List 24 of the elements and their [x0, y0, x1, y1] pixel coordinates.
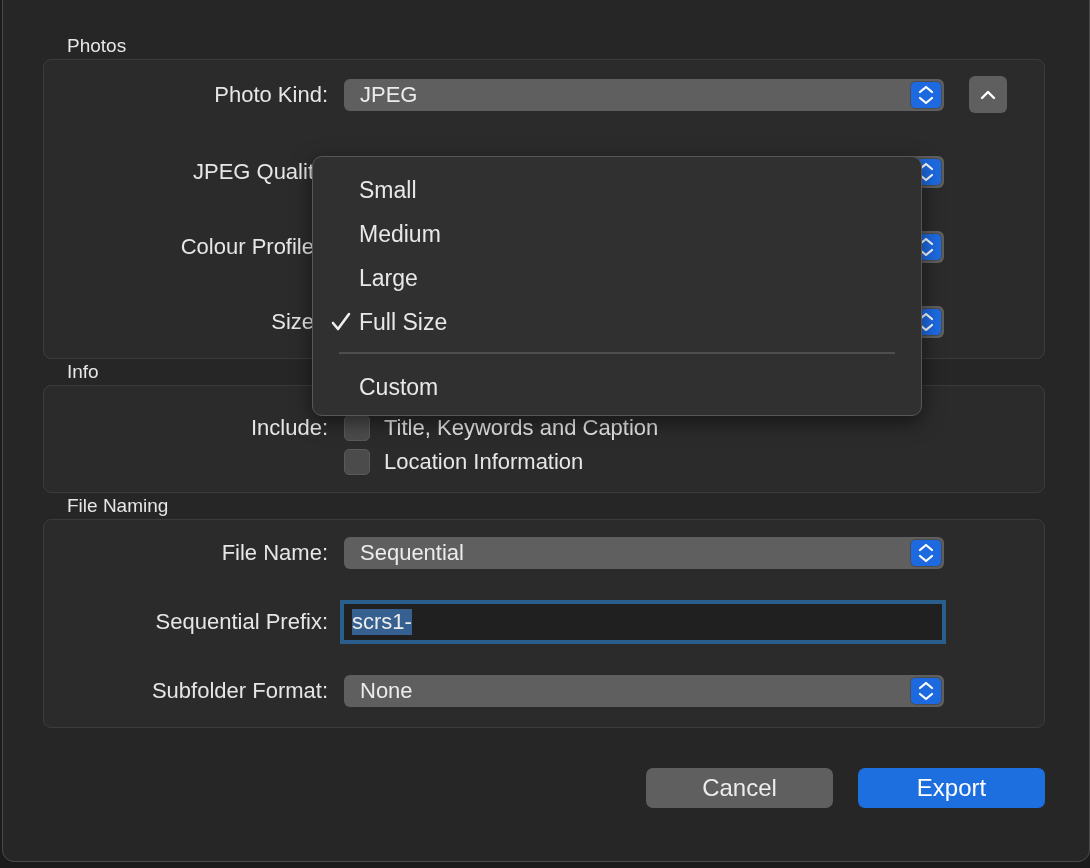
checkbox-label: Title, Keywords and Caption	[384, 415, 659, 441]
checkbox-label: Location Information	[384, 449, 584, 475]
field-label: Include:	[250, 415, 328, 441]
field-label: Sequential Prefix:	[155, 609, 328, 635]
menu-item[interactable]: Small	[313, 168, 921, 212]
section-title: Photos	[66, 34, 127, 58]
field-label: Size	[271, 309, 314, 335]
menu-item[interactable]: Full Size	[313, 300, 921, 344]
popup-button[interactable]: Sequential	[344, 537, 944, 569]
field-label: Photo Kind:	[214, 81, 328, 108]
input-field[interactable]: scrs1-	[340, 600, 946, 644]
menu-item[interactable]: Large	[313, 256, 921, 300]
field-label: Colour Profile	[180, 234, 314, 260]
menu-item[interactable]: Custom	[313, 365, 921, 409]
export-button[interactable]: Export	[858, 768, 1045, 808]
section-title: Info	[66, 360, 99, 384]
popup-button[interactable]: JPEG	[344, 78, 944, 111]
section-title: File Naming	[66, 494, 169, 518]
cancel-button[interactable]: Cancel	[646, 768, 833, 808]
field-label: JPEG Qualit	[192, 159, 314, 185]
field-label: File Name:	[221, 540, 328, 566]
menu-item[interactable]: Medium	[313, 212, 921, 256]
field-label: Subfolder Format:	[151, 678, 328, 704]
popup-button[interactable]: None	[344, 675, 944, 707]
